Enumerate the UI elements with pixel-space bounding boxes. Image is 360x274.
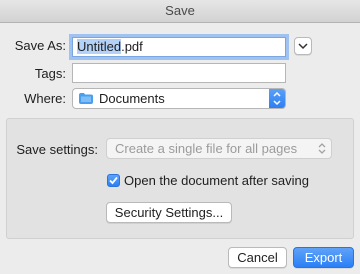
save-as-label: Save As: <box>14 38 66 53</box>
up-down-arrows-icon <box>318 143 326 154</box>
up-down-arrows-icon <box>269 89 285 108</box>
where-value: Documents <box>99 91 165 106</box>
save-as-input[interactable]: Untitled.pdf <box>72 37 286 57</box>
tags-label: Tags: <box>34 66 66 81</box>
checkmark-icon <box>109 176 118 185</box>
open-after-saving-label: Open the document after saving <box>124 173 310 188</box>
expand-dialog-button[interactable] <box>294 37 312 55</box>
chevron-down-icon <box>298 43 308 50</box>
where-label: Where: <box>24 91 66 106</box>
filename-extension: .pdf <box>121 39 143 54</box>
save-settings-value: Create a single file for all pages <box>115 141 298 156</box>
export-button[interactable]: Export <box>293 247 354 268</box>
window-title: Save <box>0 0 360 23</box>
tags-input[interactable] <box>72 63 286 83</box>
security-settings-button[interactable]: Security Settings... <box>106 202 232 223</box>
filename-selected-text: Untitled <box>77 39 122 54</box>
folder-icon <box>79 93 93 104</box>
save-settings-popup[interactable]: Create a single file for all pages <box>106 138 332 159</box>
cancel-button[interactable]: Cancel <box>228 247 287 268</box>
open-after-saving-checkbox[interactable] <box>107 174 120 187</box>
where-popup[interactable]: Documents <box>72 88 286 109</box>
save-settings-label: Save settings: <box>16 142 98 157</box>
